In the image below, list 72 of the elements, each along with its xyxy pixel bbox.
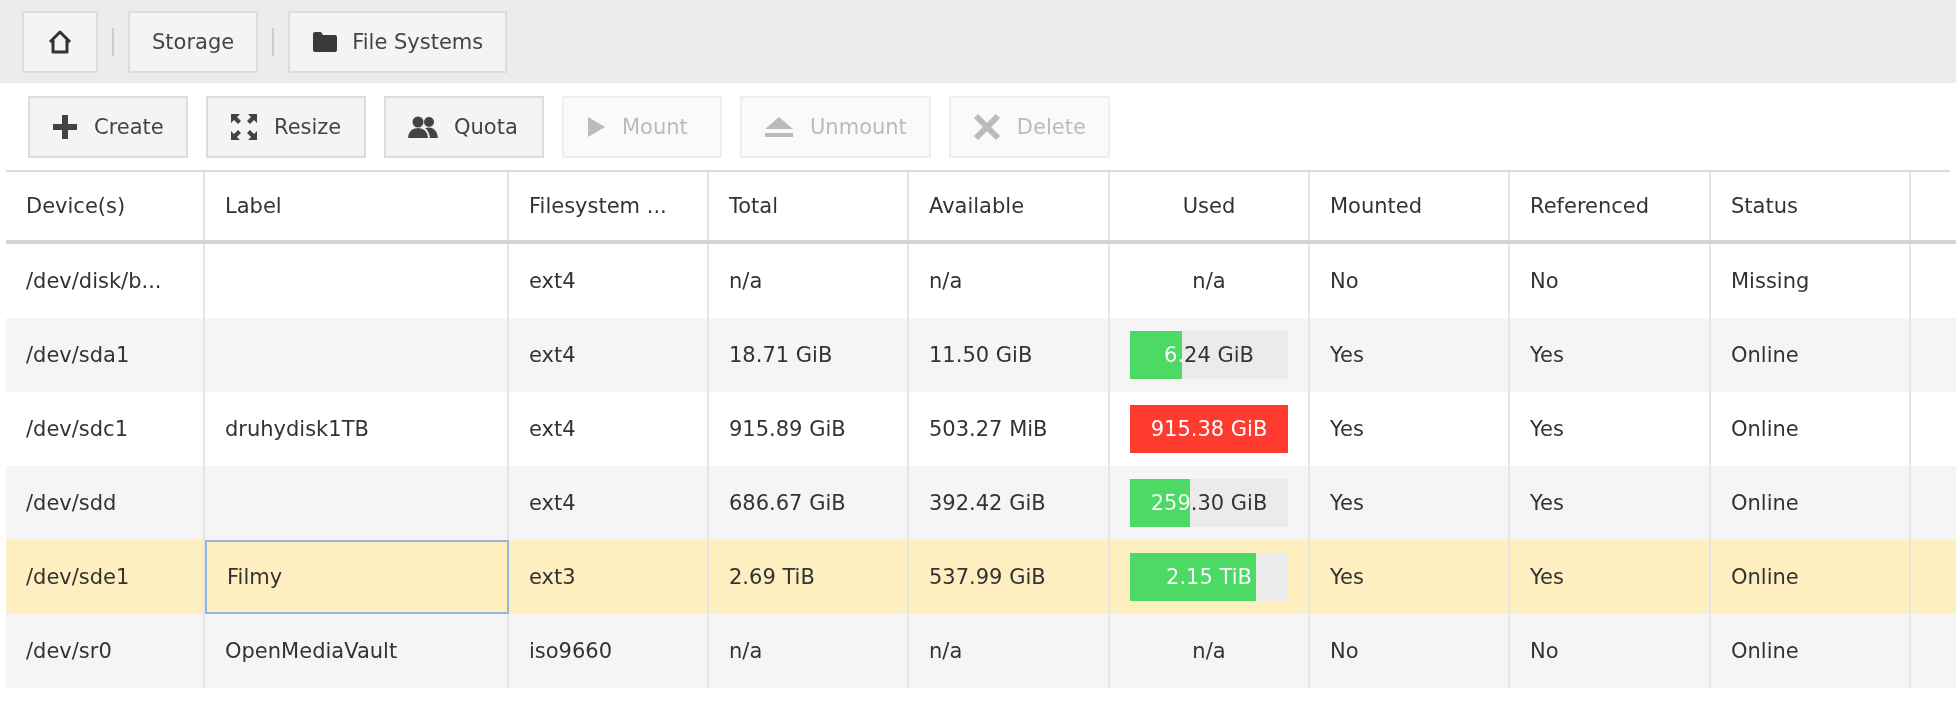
table-cell: 503.27 MiB — [929, 417, 1048, 441]
close-icon — [972, 112, 1001, 141]
table-cell: ext3 — [529, 565, 576, 589]
table-cell: Online — [1731, 565, 1799, 589]
table-cell: 18.71 GiB — [729, 343, 833, 367]
column-header[interactable]: Label — [205, 172, 509, 240]
table-cell: Yes — [1530, 417, 1564, 441]
table-cell: Online — [1731, 417, 1799, 441]
table-cell: iso9660 — [529, 639, 613, 663]
table-cell: 2.69 TiB — [729, 565, 815, 589]
table-cell: Online — [1731, 639, 1799, 663]
table-cell: /dev/sde1 — [26, 565, 130, 589]
table-cell: /dev/disk/b... — [26, 269, 162, 293]
table-cell: OpenMediaVault — [225, 639, 398, 663]
column-header[interactable]: Available — [909, 172, 1110, 240]
table-cell: Yes — [1530, 343, 1564, 367]
table-cell: n/a — [729, 269, 763, 293]
table-cell: 686.67 GiB — [729, 491, 846, 515]
table-cell: /dev/sda1 — [26, 343, 130, 367]
column-header[interactable]: Mounted — [1310, 172, 1510, 240]
table-cell: ext4 — [529, 343, 576, 367]
folder-icon — [312, 30, 339, 53]
table-cell: No — [1530, 269, 1559, 293]
table-cell: druhydisk1TB — [225, 417, 369, 441]
table-cell: Yes — [1530, 565, 1564, 589]
table-cell: No — [1330, 639, 1359, 663]
column-header[interactable]: Total — [709, 172, 909, 240]
table-cell: Yes — [1330, 491, 1364, 515]
table-cell: Yes — [1530, 491, 1564, 515]
table-cell: No — [1330, 269, 1359, 293]
table-cell: 392.42 GiB — [929, 491, 1046, 515]
users-icon — [408, 114, 438, 139]
table-cell: 537.99 GiB — [929, 565, 1046, 589]
table-cell: n/a — [929, 269, 963, 293]
table-cell: Yes — [1330, 343, 1364, 367]
toolbar-button[interactable]: Resize — [206, 95, 366, 158]
column-header[interactable]: Referenced — [1510, 172, 1711, 240]
table-cell: /dev/sr0 — [26, 639, 112, 663]
table-row[interactable]: /dev/sde1 Filmy ext3 2.69 TiB 537.99 GiB 2.15 TiB Yes Yes Online — [6, 540, 1956, 614]
eject-icon — [764, 115, 794, 138]
breadcrumb-button[interactable]: Storage — [128, 10, 259, 73]
table-cell: n/a — [929, 639, 963, 663]
table-row[interactable]: /dev/sr0 OpenMediaVault iso9660 n/a n/a n/a No No Online — [6, 614, 1956, 688]
column-header[interactable]: Filesystem ... — [509, 172, 709, 240]
plus-icon — [52, 113, 78, 140]
table-cell: n/a — [1192, 639, 1226, 663]
usage-value: 915.38 GiB — [1149, 417, 1269, 441]
column-header[interactable]: Device(s) — [6, 172, 205, 240]
toolbar-button[interactable]: Quota — [384, 95, 544, 158]
column-header[interactable]: Status — [1711, 172, 1911, 240]
table-cell: Filmy — [227, 565, 283, 589]
expand-arrows-icon — [230, 112, 258, 141]
table-cell: n/a — [1192, 269, 1226, 293]
table-cell: ext4 — [529, 269, 576, 293]
table-cell: Missing — [1731, 269, 1810, 293]
table-cell: Online — [1731, 491, 1799, 515]
table-cell: /dev/sdc1 — [26, 417, 128, 441]
table-cell: 915.89 GiB — [729, 417, 846, 441]
table-cell: /dev/sdd — [26, 491, 117, 515]
table-cell: 11.50 GiB — [929, 343, 1033, 367]
home-button[interactable] — [22, 10, 98, 73]
table-cell: No — [1530, 639, 1559, 663]
table-cell: Yes — [1330, 565, 1364, 589]
column-header[interactable]: Used — [1110, 172, 1310, 240]
breadcrumb-button[interactable]: File Systems — [288, 10, 508, 73]
table-cell: Yes — [1330, 417, 1364, 441]
table-cell: ext4 — [529, 417, 576, 441]
table-cell: n/a — [729, 639, 763, 663]
play-icon — [586, 115, 606, 138]
toolbar-button[interactable]: Create — [28, 95, 188, 158]
table-cell: ext4 — [529, 491, 576, 515]
table-cell: Online — [1731, 343, 1799, 367]
